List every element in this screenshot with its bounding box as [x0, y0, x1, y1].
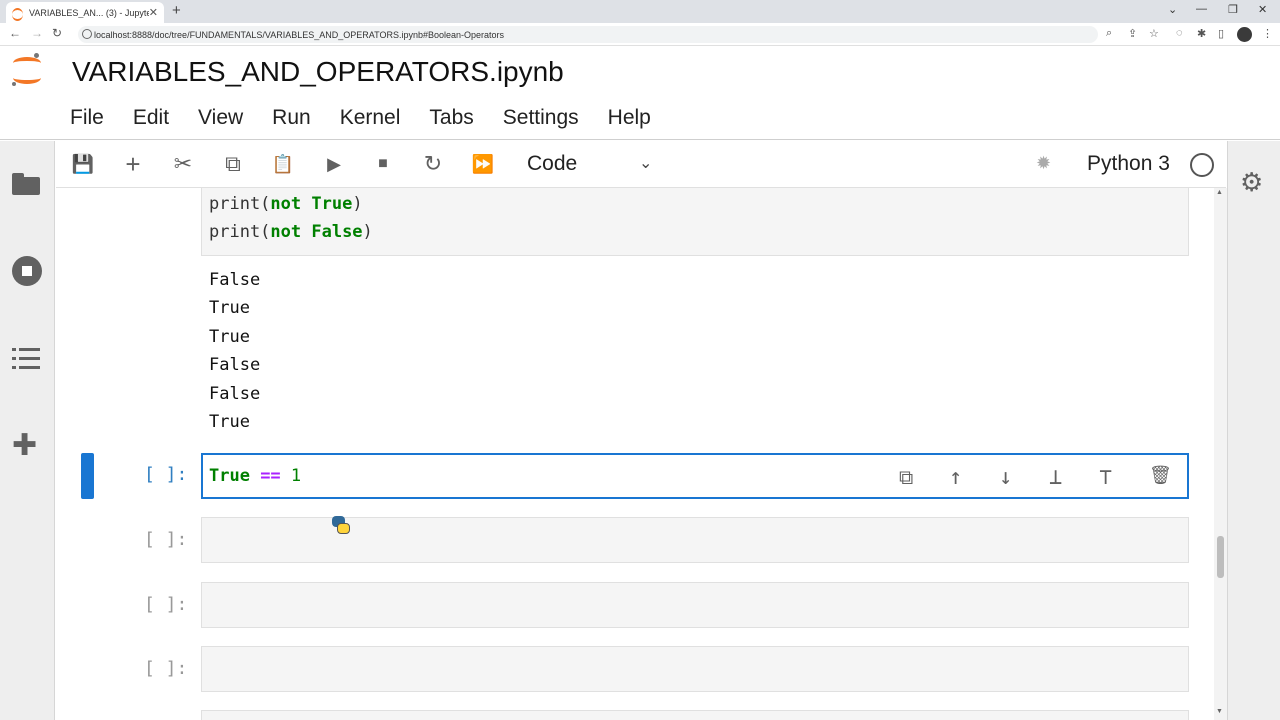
run-icon[interactable]: ▶ — [321, 151, 347, 177]
cut-icon[interactable]: ✂ — [170, 151, 196, 177]
menu-help[interactable]: Help — [608, 106, 651, 130]
new-tab-icon[interactable]: + — [172, 2, 181, 19]
right-sidebar: ⚙ — [1227, 141, 1280, 720]
cell-prompt: [ ]: — [144, 464, 188, 485]
cell-prompt: [ ]: — [144, 658, 188, 679]
menu-bar: File Edit View Run Kernel Tabs Settings … — [70, 106, 680, 130]
save-icon[interactable]: 💾 — [70, 151, 96, 177]
running-kernels-icon[interactable] — [12, 256, 42, 286]
code-cell-input[interactable]: print(not True) print(not False) — [201, 188, 1189, 256]
scroll-down-icon[interactable]: ▼ — [1216, 708, 1223, 715]
copy-icon[interactable]: ⧉ — [220, 151, 246, 177]
share-icon[interactable]: ⇪ — [1128, 27, 1137, 40]
browser-address-bar: ← → ↻ localhost:8888/doc/tree/FUNDAMENTA… — [0, 23, 1280, 46]
zoom-icon[interactable]: ⌕ — [1106, 27, 1112, 40]
paste-icon[interactable]: 📋 — [270, 151, 296, 177]
table-of-contents-icon[interactable] — [12, 345, 42, 375]
notebook-toolbar: 💾 + ✂ ⧉ 📋 ▶ ■ ↻ ⏩ Code ⌄ ✹ Python 3 — [56, 141, 1226, 188]
minimize-icon[interactable]: — — [1196, 3, 1207, 15]
tab-title: VARIABLES_AN... (3) - JupyterLab — [29, 7, 149, 18]
debugger-bug-icon[interactable]: ✹ — [1036, 153, 1051, 174]
sidepanel-icon[interactable]: ▯ — [1218, 27, 1224, 40]
active-code-cell-input[interactable]: True == 1 ⧉ ↑ ↓ ⊥ ⊤ 🗑 — [201, 453, 1189, 499]
extension-manager-icon[interactable]: ✚ — [12, 431, 42, 461]
restore-icon[interactable]: ❐ — [1228, 3, 1238, 16]
output-line: True — [209, 326, 250, 347]
browser-tab[interactable]: VARIABLES_AN... (3) - JupyterLab ✕ — [6, 2, 164, 23]
more-menu-icon[interactable]: ⋮ — [1262, 27, 1273, 40]
cell-prompt: [ ]: — [144, 594, 188, 615]
forward-icon[interactable]: → — [31, 26, 43, 40]
output-line: False — [209, 383, 261, 404]
tab-search-icon[interactable]: ⌄ — [1168, 3, 1177, 16]
output-line: True — [209, 412, 250, 433]
code-line: True == 1 — [209, 466, 302, 486]
menu-file[interactable]: File — [70, 106, 104, 130]
move-down-icon[interactable]: ↓ — [999, 465, 1012, 490]
profile-avatar[interactable] — [1237, 27, 1252, 42]
notebook-title[interactable]: VARIABLES_AND_OPERATORS.ipynb — [72, 56, 564, 88]
menu-settings[interactable]: Settings — [503, 106, 579, 130]
code-line: print(not False) — [209, 222, 373, 242]
cell-type-select[interactable]: Code — [527, 152, 577, 176]
reload-icon[interactable]: ↻ — [52, 26, 62, 40]
file-browser-icon[interactable] — [12, 169, 42, 199]
scrollbar-thumb[interactable] — [1217, 536, 1224, 578]
bookmark-star-icon[interactable]: ☆ — [1149, 27, 1159, 40]
delete-cell-icon[interactable]: 🗑 — [1149, 465, 1172, 486]
move-up-icon[interactable]: ↑ — [949, 465, 962, 490]
puzzle-extensions-icon[interactable]: ✱ — [1197, 27, 1206, 40]
extension-icon[interactable]: ◌ — [1176, 27, 1183, 39]
menu-edit[interactable]: Edit — [133, 106, 169, 130]
restart-run-all-icon[interactable]: ⏩ — [470, 151, 496, 177]
cell-prompt: [ ]: — [144, 529, 188, 550]
url-text: localhost:8888/doc/tree/FUNDAMENTALS/VAR… — [94, 29, 505, 40]
code-line: print(not True) — [209, 194, 363, 214]
output-line: False — [209, 270, 261, 290]
output-line: False — [209, 355, 261, 376]
duplicate-cell-icon[interactable]: ⧉ — [899, 465, 913, 489]
insert-above-icon[interactable]: ⊤ — [1099, 465, 1112, 490]
jupyter-logo-icon — [12, 53, 42, 88]
url-field[interactable]: localhost:8888/doc/tree/FUNDAMENTALS/VAR… — [78, 26, 1098, 43]
menu-kernel[interactable]: Kernel — [340, 106, 401, 130]
property-inspector-gears-icon[interactable]: ⚙ — [1240, 167, 1263, 198]
back-icon[interactable]: ← — [9, 26, 21, 40]
left-sidebar: ✚ — [0, 141, 55, 720]
notebook-scrollbar[interactable]: ▲ ▼ — [1214, 188, 1227, 720]
menu-tabs[interactable]: Tabs — [429, 106, 473, 130]
jupyter-favicon-icon — [12, 7, 23, 21]
insert-below-icon[interactable]: ⊥ — [1049, 465, 1062, 490]
menu-run[interactable]: Run — [272, 106, 311, 130]
notebook-panel: print(not True) print(not False) False T… — [56, 188, 1214, 720]
browser-tabstrip: VARIABLES_AN... (3) - JupyterLab ✕ + ⌄ —… — [0, 0, 1280, 23]
kernel-name[interactable]: Python 3 — [1087, 152, 1170, 176]
active-cell-collapser[interactable] — [81, 453, 94, 499]
window-close-icon[interactable]: ✕ — [1258, 3, 1267, 16]
output-line: True — [209, 298, 250, 319]
menu-view[interactable]: View — [198, 106, 243, 130]
chevron-down-icon[interactable]: ⌄ — [639, 153, 652, 173]
jupyter-header: VARIABLES_AND_OPERATORS.ipynb File Edit … — [0, 46, 1280, 140]
restart-kernel-icon[interactable]: ↻ — [420, 151, 446, 177]
empty-code-cell-input[interactable] — [201, 646, 1189, 692]
kernel-status-icon — [1190, 153, 1214, 177]
cell-output: False True True False False True — [209, 266, 260, 436]
empty-code-cell-input[interactable] — [201, 582, 1189, 628]
empty-code-cell-input[interactable] — [201, 710, 1189, 720]
stop-icon[interactable]: ■ — [370, 151, 396, 177]
scroll-up-icon[interactable]: ▲ — [1216, 189, 1223, 196]
add-cell-icon[interactable]: + — [120, 149, 146, 179]
tab-close-icon[interactable]: ✕ — [149, 6, 158, 19]
site-info-icon[interactable] — [82, 29, 92, 39]
python-cursor-icon — [330, 514, 352, 536]
